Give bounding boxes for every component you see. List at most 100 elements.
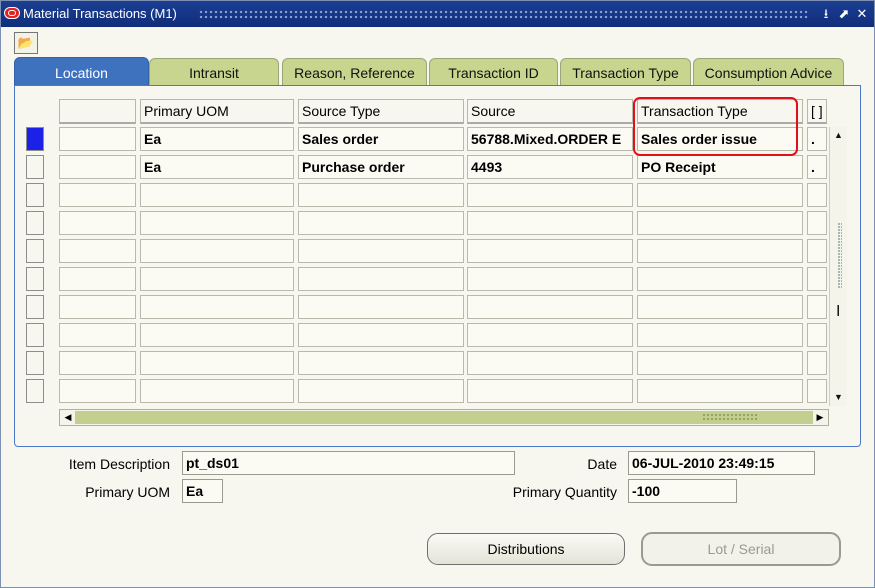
cell-source-type[interactable] xyxy=(298,267,464,291)
column-header-primary-uom: Primary UOM xyxy=(140,99,294,124)
cell-hidden[interactable] xyxy=(59,239,136,263)
cell-source[interactable] xyxy=(467,211,633,235)
cell-hidden[interactable] xyxy=(59,323,136,347)
window-title: Material Transactions (M1) xyxy=(23,6,177,21)
cell-source[interactable] xyxy=(467,239,633,263)
cell-source-type[interactable] xyxy=(298,323,464,347)
record-indicator[interactable] xyxy=(26,239,44,263)
record-indicator[interactable] xyxy=(26,183,44,207)
cell-primary-uom[interactable] xyxy=(140,267,294,291)
cell-source[interactable] xyxy=(467,379,633,403)
vertical-scrollbar[interactable]: ▲ ▼ xyxy=(829,127,847,406)
date-field[interactable]: 06-JUL-2010 23:49:15 xyxy=(628,451,815,475)
record-indicator[interactable] xyxy=(26,379,44,403)
record-indicator[interactable] xyxy=(26,267,44,291)
cell-source-type[interactable] xyxy=(298,351,464,375)
cell-source-type[interactable] xyxy=(298,295,464,319)
cell-primary-uom[interactable]: Ea xyxy=(140,127,294,151)
cell-transaction-type[interactable] xyxy=(637,267,803,291)
cell-transaction-type[interactable] xyxy=(637,211,803,235)
cell-dff[interactable]: . xyxy=(807,127,827,151)
cell-source[interactable] xyxy=(467,351,633,375)
cell-transaction-type[interactable] xyxy=(637,379,803,403)
cell-hidden[interactable] xyxy=(59,379,136,403)
cell-transaction-type[interactable] xyxy=(637,183,803,207)
record-indicator[interactable] xyxy=(26,351,44,375)
cell-dff[interactable] xyxy=(807,351,827,375)
tab-reason-reference[interactable]: Reason, Reference xyxy=(282,58,427,87)
cell-primary-uom[interactable]: Ea xyxy=(140,155,294,179)
cell-primary-uom[interactable] xyxy=(140,323,294,347)
record-indicator[interactable] xyxy=(26,155,44,179)
record-indicator[interactable] xyxy=(26,295,44,319)
cell-hidden[interactable] xyxy=(59,267,136,291)
maximize-icon[interactable]: ⬈ xyxy=(838,6,850,22)
cell-source-type[interactable]: Sales order xyxy=(298,127,464,151)
primary-quantity-field[interactable]: -100 xyxy=(628,479,737,503)
cell-hidden[interactable] xyxy=(59,155,136,179)
open-folder-button[interactable]: 📂 xyxy=(14,32,38,54)
cell-source[interactable] xyxy=(467,267,633,291)
title-bar[interactable]: Material Transactions (M1) ⭳ ⬈ ✕ xyxy=(1,1,874,27)
item-description-field[interactable]: pt_ds01 xyxy=(182,451,515,475)
title-bar-grip xyxy=(199,10,809,19)
material-transactions-window: Material Transactions (M1) ⭳ ⬈ ✕ 📂 Locat… xyxy=(0,0,875,588)
cell-dff[interactable] xyxy=(807,183,827,207)
cell-dff[interactable] xyxy=(807,239,827,263)
cell-hidden[interactable] xyxy=(59,127,136,151)
cell-source-type[interactable] xyxy=(298,211,464,235)
cell-hidden[interactable] xyxy=(59,351,136,375)
cell-dff[interactable] xyxy=(807,295,827,319)
cell-transaction-type[interactable] xyxy=(637,239,803,263)
cell-transaction-type[interactable] xyxy=(637,295,803,319)
cell-primary-uom[interactable] xyxy=(140,295,294,319)
cell-source-type[interactable]: Purchase order xyxy=(298,155,464,179)
cell-transaction-type[interactable]: PO Receipt xyxy=(637,155,803,179)
cell-hidden[interactable] xyxy=(59,183,136,207)
close-icon[interactable]: ✕ xyxy=(856,6,868,22)
cell-source[interactable]: 56788.Mixed.ORDER E xyxy=(467,127,633,151)
record-indicator[interactable] xyxy=(26,127,44,151)
tab-transaction-type[interactable]: Transaction Type xyxy=(560,58,691,87)
record-indicator[interactable] xyxy=(26,211,44,235)
cell-primary-uom[interactable] xyxy=(140,211,294,235)
scroll-left-icon[interactable]: ◀ xyxy=(61,411,75,424)
cell-source-type[interactable] xyxy=(298,183,464,207)
cell-hidden[interactable] xyxy=(59,295,136,319)
distributions-button[interactable]: Distributions xyxy=(427,533,625,565)
cell-hidden[interactable] xyxy=(59,211,136,235)
cell-dff[interactable] xyxy=(807,379,827,403)
cell-primary-uom[interactable] xyxy=(140,183,294,207)
cell-source[interactable] xyxy=(467,295,633,319)
cell-dff[interactable] xyxy=(807,267,827,291)
scroll-down-icon[interactable]: ▼ xyxy=(832,391,845,404)
cell-primary-uom[interactable] xyxy=(140,351,294,375)
horizontal-scroll-thumb[interactable] xyxy=(75,411,813,424)
folder-icon: 📂 xyxy=(17,35,35,50)
cell-dff[interactable] xyxy=(807,323,827,347)
cell-primary-uom[interactable] xyxy=(140,239,294,263)
cell-dff[interactable] xyxy=(807,211,827,235)
minimize-icon[interactable]: ⭳ xyxy=(820,6,832,22)
column-header-dff[interactable]: [ ] xyxy=(807,99,827,124)
tab-intransit[interactable]: Intransit xyxy=(149,58,279,87)
tab-consumption-advice[interactable]: Consumption Advice xyxy=(693,58,844,87)
cell-dff[interactable]: . xyxy=(807,155,827,179)
cell-source[interactable]: 4493 xyxy=(467,155,633,179)
cell-source[interactable] xyxy=(467,183,633,207)
cell-source[interactable] xyxy=(467,323,633,347)
cell-transaction-type[interactable] xyxy=(637,351,803,375)
scroll-up-icon[interactable]: ▲ xyxy=(832,129,845,142)
cell-source-type[interactable] xyxy=(298,379,464,403)
cell-source-type[interactable] xyxy=(298,239,464,263)
horizontal-scrollbar[interactable]: ◀ ▶ xyxy=(59,409,829,426)
primary-quantity-label: Primary Quantity xyxy=(512,484,617,500)
primary-uom-field[interactable]: Ea xyxy=(182,479,223,503)
record-indicator[interactable] xyxy=(26,323,44,347)
scroll-right-icon[interactable]: ▶ xyxy=(813,411,827,424)
cell-transaction-type[interactable] xyxy=(637,323,803,347)
tab-location[interactable]: Location xyxy=(14,57,149,88)
tab-transaction-id[interactable]: Transaction ID xyxy=(429,58,558,87)
primary-uom-label: Primary UOM xyxy=(85,484,170,500)
cell-primary-uom[interactable] xyxy=(140,379,294,403)
